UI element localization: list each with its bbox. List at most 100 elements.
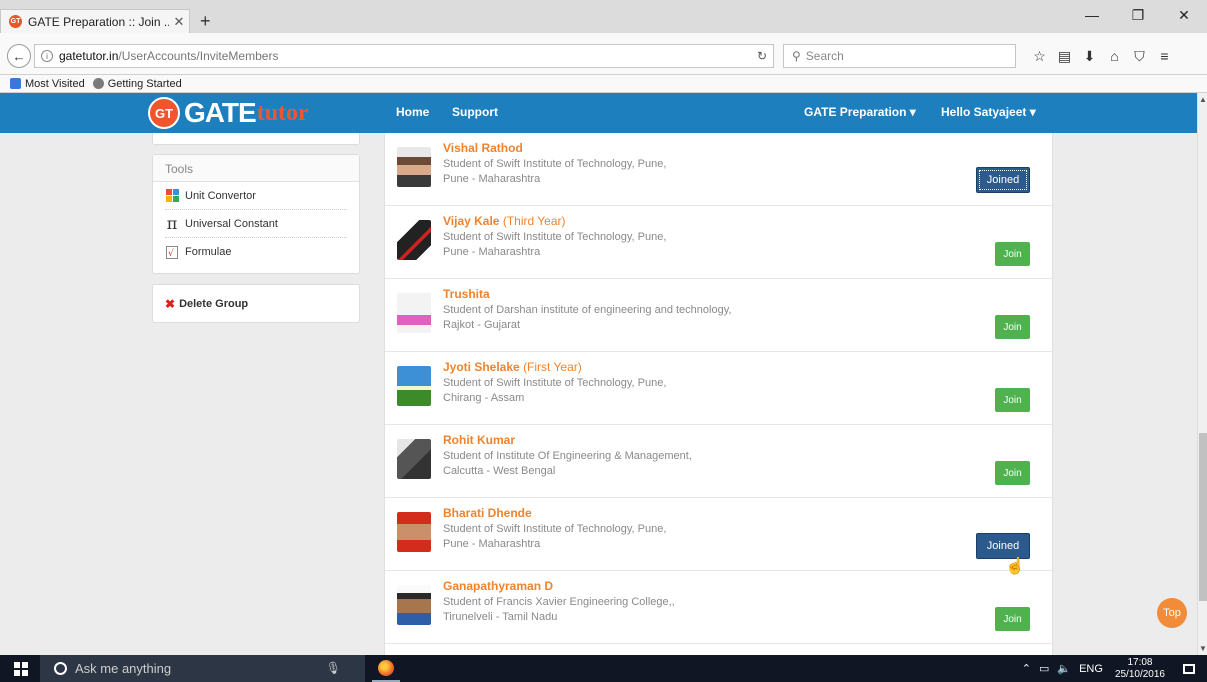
page-content: GT GATE tutor Home Support GATE Preparat… (0, 93, 1197, 655)
restore-button[interactable]: ❐ (1115, 0, 1161, 30)
member-name[interactable]: Rohit Kumar (443, 433, 515, 447)
clock[interactable]: 17:08 25/10/2016 (1115, 657, 1165, 681)
cortana-icon (54, 662, 67, 675)
minimize-button[interactable]: — (1069, 0, 1115, 30)
member-info: Student of Swift Institute of Technology… (443, 231, 667, 258)
pocket-icon[interactable]: ⛉ (1127, 44, 1152, 68)
reading-list-icon[interactable]: ▤ (1052, 44, 1077, 68)
scroll-up-icon[interactable]: ▲ (1198, 95, 1207, 104)
bookmarks-bar: Most Visited Getting Started (0, 75, 1207, 93)
member-avatar[interactable] (397, 366, 431, 406)
tool-label: Formulae (185, 246, 232, 258)
reload-icon[interactable]: ↻ (757, 49, 767, 63)
member-avatar[interactable] (397, 439, 431, 479)
url-path: /UserAccounts/InviteMembers (118, 49, 279, 63)
menu-icon[interactable]: ≡ (1152, 44, 1177, 68)
bookmark-star-icon[interactable]: ☆ (1027, 44, 1052, 68)
member-info: Student of Swift Institute of Technology… (443, 158, 667, 185)
url-domain: gatetutor.in (59, 49, 119, 63)
language-indicator[interactable]: ENG (1079, 663, 1103, 675)
nav-support[interactable]: Support (452, 105, 498, 119)
page-scrollbar[interactable]: ▲ ▼ (1197, 93, 1207, 655)
join-button[interactable]: Join (995, 461, 1030, 485)
menu-user[interactable]: Hello Satyajeet ▾ (941, 105, 1036, 119)
volume-icon[interactable]: 🔈 (1057, 662, 1071, 675)
scroll-top-button[interactable]: Top (1157, 598, 1187, 628)
tools-title: Tools (153, 155, 359, 182)
scrollbar-thumb[interactable] (1199, 433, 1207, 601)
new-tab-button[interactable]: + (200, 12, 211, 30)
member-avatar[interactable] (397, 512, 431, 552)
home-icon[interactable]: ⌂ (1102, 44, 1127, 68)
notification-icon[interactable] (1177, 655, 1201, 682)
microphone-icon[interactable]: 🎙 (326, 661, 341, 675)
joined-button[interactable]: Joined (976, 167, 1030, 193)
join-button[interactable]: Join (995, 315, 1030, 339)
member-name[interactable]: Trushita (443, 287, 490, 301)
download-icon[interactable]: ⬇ (1077, 44, 1102, 68)
bookmark-getting-started[interactable]: Getting Started (108, 78, 182, 90)
member-avatar[interactable] (397, 293, 431, 333)
address-bar[interactable]: i gatetutor.in/UserAccounts/InviteMember… (34, 44, 774, 68)
svg-text:√: √ (168, 248, 174, 259)
tool-unit-convertor[interactable]: Unit Convertor (165, 182, 347, 210)
system-tray: ⌃ ▭ 🔈 ENG 17:08 25/10/2016 (1022, 655, 1207, 682)
member-name[interactable]: Ganapathyraman D (443, 579, 553, 593)
member-name[interactable]: Vishal Rathod (443, 141, 523, 155)
search-input[interactable]: ⚲ Search (783, 44, 1016, 68)
windows-taskbar: Ask me anything 🎙 ⌃ ▭ 🔈 ENG 17:08 25/10/… (0, 655, 1207, 682)
search-placeholder: Search (805, 49, 844, 63)
member-row: Ganapathyraman D Student of Francis Xavi… (385, 571, 1052, 644)
member-info: Student of Darshan institute of engineer… (443, 304, 732, 331)
members-list: Vishal Rathod Student of Swift Institute… (384, 133, 1053, 655)
browser-tab[interactable]: GT GATE Preparation :: Join ... ✕ (0, 9, 190, 33)
tool-label: Unit Convertor (185, 189, 256, 202)
member-info: Student of Swift Institute of Technology… (443, 523, 667, 550)
firefox-icon (378, 659, 394, 676)
join-button[interactable]: Join (995, 242, 1030, 266)
close-window-button[interactable]: ✕ (1161, 0, 1207, 30)
member-info: Student of Swift Institute of Technology… (443, 377, 667, 404)
clock-date: 25/10/2016 (1114, 668, 1165, 680)
member-name[interactable]: Jyoti Shelake (First Year) (443, 360, 582, 374)
member-avatar[interactable] (397, 147, 431, 187)
member-avatar[interactable] (397, 585, 431, 625)
member-name[interactable]: Vijay Kale (Third Year) (443, 214, 566, 228)
join-button[interactable]: Join (995, 388, 1030, 412)
tools-panel: Tools Unit Convertor π Universal Constan… (152, 154, 360, 274)
tool-formulae[interactable]: √ Formulae (165, 238, 347, 266)
windows-start-icon[interactable] (14, 662, 28, 676)
logo-text-gate: GATE (184, 97, 257, 128)
back-arrow-icon[interactable]: ← (7, 44, 31, 68)
pi-icon: π (166, 214, 178, 233)
member-row: Jyoti Shelake (First Year) Student of Sw… (385, 352, 1052, 425)
tab-close-icon[interactable]: ✕ (169, 14, 189, 30)
tool-universal-constant[interactable]: π Universal Constant (165, 210, 347, 238)
getting-started-icon (92, 78, 104, 89)
search-icon: ⚲ (792, 49, 801, 63)
logo-text-tutor: tutor (256, 99, 309, 126)
bookmark-most-visited[interactable]: Most Visited (25, 78, 85, 90)
nav-home[interactable]: Home (396, 105, 429, 119)
site-info-icon[interactable]: i (41, 50, 53, 62)
browser-tab-bar: GT GATE Preparation :: Join ... ✕ + — ❐ … (0, 0, 1207, 33)
site-logo[interactable]: GT GATE tutor (148, 97, 309, 129)
delete-icon: ✖ (165, 296, 176, 311)
join-button[interactable]: Join (995, 607, 1030, 631)
cortana-search-box[interactable]: Ask me anything 🎙 (40, 655, 365, 682)
unit-convertor-icon (165, 189, 179, 202)
firefox-taskbar-button[interactable] (372, 655, 400, 682)
clock-time: 17:08 (1127, 656, 1153, 668)
menu-gate-preparation[interactable]: GATE Preparation ▾ (804, 105, 916, 119)
member-name[interactable]: Bharati Dhende (443, 506, 532, 520)
tray-expand-icon[interactable]: ⌃ (1022, 662, 1031, 675)
member-info: Student of Francis Xavier Engineering Co… (443, 596, 675, 623)
member-avatar[interactable] (397, 220, 431, 260)
scroll-down-icon[interactable]: ▼ (1198, 644, 1207, 653)
network-icon[interactable]: ▭ (1039, 662, 1049, 675)
member-row: Bharati Dhende Student of Swift Institut… (385, 498, 1052, 575)
delete-group-button[interactable]: ✖ Delete Group (152, 284, 360, 323)
tool-label: Universal Constant (185, 217, 278, 230)
window-controls: — ❐ ✕ (1069, 0, 1207, 30)
tab-title: GATE Preparation :: Join ... (28, 14, 169, 29)
